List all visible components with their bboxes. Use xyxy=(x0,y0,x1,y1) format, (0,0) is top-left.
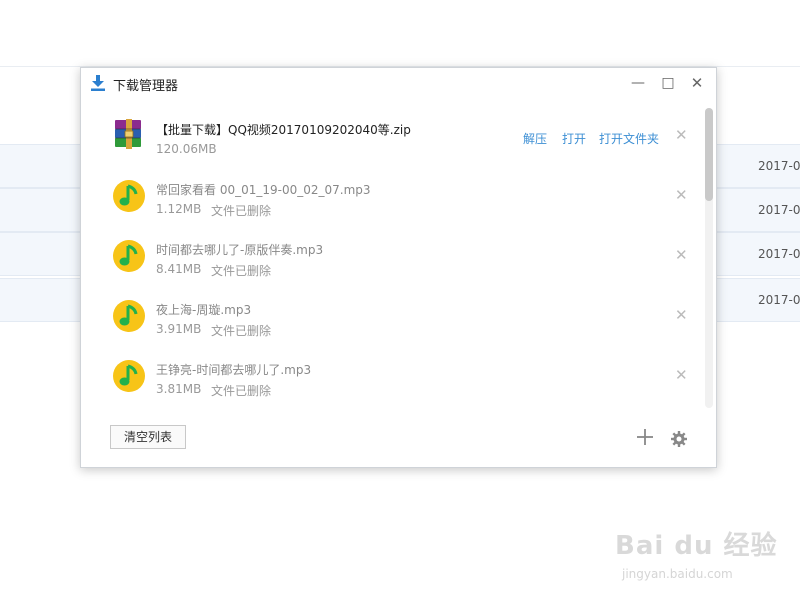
open-folder-button[interactable]: 打开文件夹 xyxy=(599,130,659,147)
remove-item-button[interactable]: ✕ xyxy=(675,306,688,324)
baidu-jingyan-watermark: Bai du 经验 xyxy=(615,531,778,561)
maximize-button[interactable]: □ xyxy=(659,74,677,92)
watermark-url: jingyan.baidu.com xyxy=(622,567,733,581)
open-button[interactable]: 打开 xyxy=(562,130,586,147)
download-arrow-icon xyxy=(91,75,105,91)
gear-icon[interactable] xyxy=(670,430,688,448)
file-name: 时间都去哪儿了-原版伴奏.mp3 xyxy=(156,243,324,257)
qq-music-icon xyxy=(113,360,145,392)
row-date: 2017-01 xyxy=(758,247,800,261)
download-manager-dialog: 下载管理器 — □ ✕ 【批量下载】QQ视频20170109202040等.zi… xyxy=(80,67,717,468)
download-list: 【批量下载】QQ视频20170109202040等.zip 120.06MB 解… xyxy=(81,108,701,408)
download-item[interactable]: 时间都去哪儿了-原版伴奏.mp3 8.41MB 文件已删除 ✕ xyxy=(81,228,701,288)
download-item[interactable]: 王铮亮-时间都去哪儿了.mp3 3.81MB 文件已删除 ✕ xyxy=(81,348,701,408)
qq-music-icon xyxy=(113,240,145,272)
dialog-title: 下载管理器 xyxy=(113,79,179,94)
download-item[interactable]: 常回家看看 00_01_19-00_02_07.mp3 1.12MB 文件已删除… xyxy=(81,168,701,228)
qq-music-icon xyxy=(113,180,145,212)
row-date: 2017-01 xyxy=(758,159,800,173)
plus-icon[interactable] xyxy=(635,427,655,447)
minimize-button[interactable]: — xyxy=(629,74,647,92)
row-date: 2017-01 xyxy=(758,203,800,217)
file-name: 常回家看看 00_01_19-00_02_07.mp3 xyxy=(156,183,371,197)
file-size: 1.12MB xyxy=(156,202,202,216)
file-status: 文件已删除 xyxy=(211,204,272,218)
extract-button[interactable]: 解压 xyxy=(523,130,547,147)
remove-item-button[interactable]: ✕ xyxy=(675,126,688,144)
file-name: 王铮亮-时间都去哪儿了.mp3 xyxy=(156,363,312,377)
file-size: 120.06MB xyxy=(156,142,217,156)
close-button[interactable]: ✕ xyxy=(688,74,706,92)
qq-music-icon xyxy=(113,300,145,332)
winrar-archive-icon xyxy=(115,119,141,149)
file-name: 【批量下载】QQ视频20170109202040等.zip xyxy=(156,123,411,137)
file-size: 3.81MB xyxy=(156,382,202,396)
download-item[interactable]: 【批量下载】QQ视频20170109202040等.zip 120.06MB 解… xyxy=(81,108,701,168)
download-item[interactable]: 夜上海-周璇.mp3 3.91MB 文件已删除 ✕ xyxy=(81,288,701,348)
remove-item-button[interactable]: ✕ xyxy=(675,246,688,264)
remove-item-button[interactable]: ✕ xyxy=(675,366,688,384)
list-scrollbar[interactable] xyxy=(705,108,713,408)
file-status: 文件已删除 xyxy=(211,384,272,398)
row-date: 2017-01 xyxy=(758,293,800,307)
clear-list-button[interactable]: 清空列表 xyxy=(110,425,186,449)
file-status: 文件已删除 xyxy=(211,324,272,338)
file-name: 夜上海-周璇.mp3 xyxy=(156,303,252,317)
scrollbar-thumb[interactable] xyxy=(705,108,713,201)
file-size: 3.91MB xyxy=(156,322,202,336)
title-bar[interactable]: 下载管理器 — □ ✕ xyxy=(81,68,716,98)
remove-item-button[interactable]: ✕ xyxy=(675,186,688,204)
file-size: 8.41MB xyxy=(156,262,202,276)
file-status: 文件已删除 xyxy=(211,264,272,278)
